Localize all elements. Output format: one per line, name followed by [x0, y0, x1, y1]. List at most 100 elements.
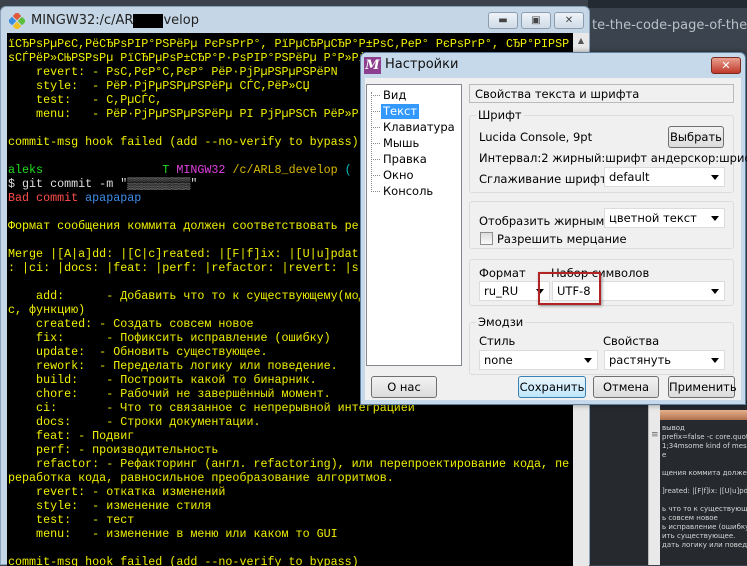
terminal-title: MINGW32:/c/AR velop	[31, 13, 199, 28]
git-bash-icon	[9, 13, 25, 29]
emoji-props-select[interactable]: растянуть	[604, 350, 725, 370]
blink-label: Разрешить мерцание	[497, 232, 627, 246]
font-info: Интервал:2 жирный:шрифт андерскор:шрифт	[479, 151, 747, 165]
terminal-text-segment: test: - тест	[8, 513, 135, 527]
browser-text-line: e	[662, 451, 667, 459]
terminal-text-segment: perf: - производительность	[8, 443, 219, 457]
browser-text-line: ь совсем новое	[662, 514, 718, 522]
terminal-text-segment: MINGW32	[176, 163, 226, 177]
terminal-text-segment: ïCЂPsPµPєC,PëCЂPsPIP°PSPëPµ PєPsPrP°, Pï…	[8, 37, 570, 51]
dialog-client: Вид Текст Клавиатура Мышь Правка Окно Ко…	[365, 78, 747, 400]
terminal-text-segment: revert: - откатка изменений	[8, 485, 226, 499]
terminal-text-segment: Bad commit	[8, 191, 86, 205]
browser-text-line: ить существующее.	[662, 532, 736, 540]
terminal-title-bar[interactable]: MINGW32:/c/AR velop ▬ ▣ ✕	[1, 7, 589, 33]
terminal-line: refactor: - Рефакторинг (англ. refactori…	[8, 457, 574, 471]
tree-item-text[interactable]: Текст	[370, 104, 420, 119]
save-button[interactable]: Сохранить	[518, 376, 586, 398]
terminal-line: test: - тест	[8, 513, 574, 527]
smoothing-value: default	[609, 170, 650, 184]
terminal-text-segment: chore: - Рабочий не завершённый момент.	[8, 387, 331, 401]
browser-text-line	[662, 460, 747, 469]
scroll-up-icon[interactable]: ▲	[573, 33, 589, 49]
close-button[interactable]: ✕	[554, 12, 584, 29]
browser-text-line: вывод	[662, 424, 685, 432]
terminal-text-segment: apapapap	[85, 191, 142, 205]
chevron-down-icon	[711, 216, 719, 221]
terminal-line: menu: - изменение в меню или каком то GU…	[8, 527, 574, 541]
browser-text-line	[662, 478, 747, 487]
terminal-text-segment: refactor: - Рефакторинг (англ. refactori…	[8, 457, 570, 471]
browser-text-line	[662, 496, 747, 505]
terminal-line: ïCЂPsPµPєC,PëCЂPsPIP°PSPëPµ PєPsPrP°, Pï…	[8, 37, 574, 51]
terminal-text-segment: test: - C,PµCЃC,	[8, 93, 163, 107]
terminal-line: docs: - Строки документации.	[8, 415, 574, 429]
redacted-block	[133, 13, 164, 28]
terminal-text-segment: T	[43, 163, 177, 177]
emoji-style-select[interactable]: none	[479, 350, 598, 370]
browser-background-bottom: ≡ выводprefix=false -c core.quotepath=fa…	[588, 400, 747, 565]
terminal-line: feat: - Подвиг	[8, 429, 574, 443]
browser-text-line: 1;34msome kind of message	[662, 442, 747, 450]
minimize-button[interactable]: ▬	[488, 12, 518, 29]
emoji-props-value: растянуть	[609, 353, 672, 367]
chevron-down-icon	[584, 358, 592, 363]
terminal-text-segment: revert: - PsC,PєP°C,PєP° PëP·PjPµPSPµPSP…	[8, 65, 338, 79]
bold-select[interactable]: цветной текст	[604, 208, 725, 228]
font-name: Lucida Console, 9pt	[479, 130, 593, 144]
apply-button[interactable]: Применить	[668, 376, 737, 398]
chevron-down-icon	[711, 358, 719, 363]
terminal-text-segment: (	[337, 163, 352, 177]
tree-item-view[interactable]: Вид	[370, 88, 408, 103]
terminal-text-segment: : |ci: |docs: |feat: |perf: |refactor: |…	[8, 261, 359, 275]
browser-text-line: ь исправление (ошибку)	[662, 523, 747, 531]
emoji-style-value: none	[484, 353, 513, 367]
settings-tree: Вид Текст Клавиатура Мышь Правка Окно Ко…	[366, 84, 462, 366]
tree-item-window[interactable]: Окно	[371, 168, 416, 183]
terminal-text-segment: menu: - изменение в меню или каком то GU…	[8, 527, 338, 541]
terminal-text-segment: реработка кода, равносильное преобразова…	[8, 471, 394, 485]
maximize-button[interactable]: ▣	[521, 12, 551, 29]
choose-font-button[interactable]: Выбрать	[668, 126, 724, 148]
font-group-label: Шрифт	[476, 108, 524, 122]
browser-tab-strip	[588, 0, 747, 8]
highlight-box	[538, 272, 601, 305]
browser-text-line: дать логику или поведение.	[662, 541, 747, 549]
scroll-grip-icon: ≡	[651, 430, 659, 440]
blink-checkbox[interactable]	[480, 232, 493, 245]
terminal-text-segment: /c/ARL8_develop	[225, 163, 338, 177]
terminal-text-segment: ci: - Что то связанное с непрерывной инт…	[8, 401, 415, 415]
terminal-line: style: - изменение стиля	[8, 499, 574, 513]
dialog-close-button[interactable]: ✕	[711, 57, 741, 74]
format-label: Формат	[479, 266, 526, 280]
font-group: Шрифт Lucida Console, 9pt Выбрать Интерв…	[469, 108, 747, 193]
terminal-text-segment: docs: - Строки документации.	[8, 415, 261, 429]
terminal-text-segment: $ git commit -m "▒▒▒▒▒▒▒▒▒"	[8, 177, 198, 191]
smoothing-label: Сглаживание шрифта	[479, 172, 614, 186]
browser-text-line: щения коммита должен соответствовать рег…	[662, 469, 747, 477]
terminal-text-segment: created: - Создать совсем новое	[8, 317, 254, 331]
browser-scrollbar[interactable]: ≡	[648, 400, 660, 565]
tree-item-edit[interactable]: Правка	[371, 152, 429, 167]
terminal-text-segment: с, функцию)	[8, 303, 86, 317]
terminal-text-segment: add: - Добавить что то к существующему(м…	[8, 289, 366, 303]
mintty-icon: M	[364, 57, 381, 74]
browser-text-line: prefix=false -c core.quotepath=false --n…	[662, 433, 747, 441]
smoothing-select[interactable]: default	[604, 167, 725, 187]
terminal-text-segment: Формат сообщения коммита должен соответс…	[8, 219, 359, 233]
terminal-text-segment: rework: - Переделать логику или поведени…	[8, 359, 338, 373]
charset-group: Формат Набор символов ru_RU UTF-8	[469, 259, 734, 306]
emoji-props-label: Свойства	[603, 334, 660, 348]
tree-item-mouse[interactable]: Мышь	[370, 136, 421, 151]
browser-text-line: ]reated: |[F|f]ix: |[U|u]pdate: |[R|r]ew…	[662, 487, 747, 495]
tree-item-console[interactable]: Консоль	[370, 184, 435, 199]
cancel-button[interactable]: Отмена	[593, 376, 659, 398]
tree-item-keyboard[interactable]: Клавиатура	[371, 120, 457, 135]
terminal-text-segment: build: - Построить какой то бинарник.	[8, 373, 317, 387]
emoji-group: Эмодзи Стиль Свойства none растянуть	[469, 315, 734, 375]
browser-header-bar	[660, 410, 747, 420]
terminal-text-segment: fix: - Пофиксить исправление (ошибку)	[8, 331, 331, 345]
about-button[interactable]: О нас	[371, 376, 437, 398]
bold-value: цветной текст	[609, 211, 697, 225]
chevron-down-icon	[711, 289, 719, 294]
